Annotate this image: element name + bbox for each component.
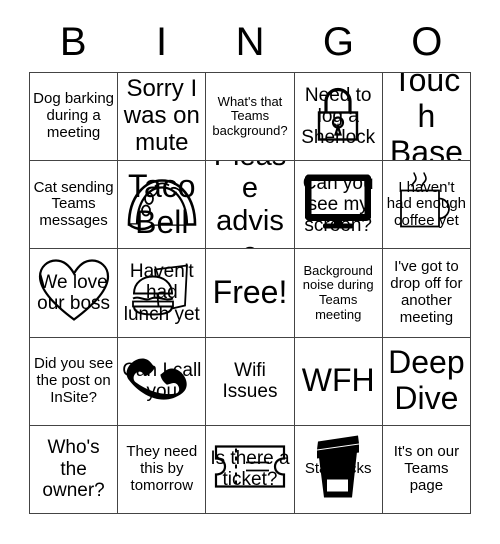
- bingo-cell-label: They need this by tomorrow: [126, 443, 198, 494]
- bingo-cell-r3c4[interactable]: Background noise during Teams meeting: [294, 249, 383, 338]
- bingo-letter-n: N: [235, 20, 265, 64]
- bingo-cell-label: We love our boss: [37, 271, 111, 314]
- bingo-grid: Dog barking during a meeting Sorry I was …: [29, 72, 471, 514]
- bingo-cell-label: Who's the owner?: [42, 437, 105, 502]
- bingo-cell-label: WFH: [301, 362, 375, 399]
- bingo-cell-r2c2[interactable]: Taco Bell: [118, 161, 207, 250]
- bingo-cell-r4c4[interactable]: WFH: [294, 337, 383, 426]
- bingo-cell-r3c3[interactable]: Free!: [206, 249, 295, 338]
- bingo-cell-label: Please advise: [214, 161, 287, 248]
- bingo-cell-r5c4[interactable]: Starbucks: [294, 425, 383, 514]
- bingo-cell-label: What's that Teams background?: [212, 93, 288, 138]
- bingo-cell-r5c2[interactable]: They need this by tomorrow: [118, 425, 207, 514]
- bingo-cell-r2c5[interactable]: I haven't had enough coffee yet: [382, 161, 471, 250]
- bingo-cell-label: Free!: [212, 274, 288, 311]
- bingo-letter-i: I: [156, 20, 168, 64]
- bingo-cell-r3c5[interactable]: I've got to drop off for another meeting: [382, 249, 471, 338]
- bingo-cell-r4c3[interactable]: Wifi Issues: [206, 337, 295, 426]
- bingo-cell-label: Is there a ticket?: [210, 448, 290, 491]
- bingo-cell-r2c1[interactable]: Cat sending Teams messages: [30, 161, 119, 250]
- bingo-header: B I N G O: [29, 16, 471, 68]
- bingo-cell-label: It's on our Teams page: [393, 443, 460, 494]
- bingo-cell-label: Cat sending Teams messages: [33, 178, 114, 230]
- bingo-cell-label: Haven't had lunch yet: [123, 261, 200, 325]
- bingo-cell-label: Sorry I was on mute: [123, 75, 200, 157]
- bingo-cell-label: Dog barking during a meeting: [33, 90, 115, 141]
- bingo-cell-r5c5[interactable]: It's on our Teams page: [382, 425, 471, 514]
- bingo-letter-o: O: [411, 20, 443, 64]
- bingo-cell-label: Starbucks: [304, 459, 372, 477]
- bingo-cell-label: Taco Bell: [127, 167, 196, 240]
- bingo-cell-label: Background noise during Teams meeting: [302, 262, 374, 322]
- bingo-cell-label: Touch Base: [389, 73, 463, 162]
- bingo-cell-label: Can I call you: [122, 359, 202, 403]
- bingo-letter-g: G: [322, 20, 354, 64]
- bingo-card: B I N G O Dog barking during a meeting So…: [0, 0, 500, 544]
- bingo-cell-label: Wifi Issues: [222, 359, 278, 403]
- bingo-letter-b: B: [59, 20, 87, 64]
- bingo-cell-r3c2[interactable]: Haven't had lunch yet: [118, 249, 207, 338]
- bingo-cell-r1c1[interactable]: Dog barking during a meeting: [30, 73, 119, 162]
- bingo-cell-r4c5[interactable]: Deep Dive: [382, 337, 471, 426]
- bingo-cell-r2c4[interactable]: Can you see my screen?: [294, 161, 383, 250]
- bingo-cell-r1c2[interactable]: Sorry I was on mute: [118, 73, 207, 162]
- bingo-cell-r5c3[interactable]: Is there a ticket?: [206, 425, 295, 514]
- bingo-cell-label: Deep Dive: [388, 344, 465, 417]
- bingo-cell-r4c2[interactable]: Can I call you: [118, 337, 207, 426]
- bingo-cell-r2c3[interactable]: Please advise: [206, 161, 295, 250]
- bingo-cell-r1c3[interactable]: What's that Teams background?: [206, 73, 295, 162]
- bingo-cell-r5c1[interactable]: Who's the owner?: [30, 425, 119, 514]
- bingo-cell-label: Can you see my screen?: [302, 172, 374, 237]
- bingo-cell-r1c5[interactable]: Touch Base: [382, 73, 471, 162]
- bingo-cell-label: Did you see the post on InSite?: [33, 355, 114, 406]
- bingo-cell-r3c1[interactable]: We love our boss: [30, 249, 119, 338]
- bingo-cell-r1c4[interactable]: Need to log a Sherlock: [294, 73, 383, 162]
- bingo-cell-label: Need to log a Sherlock: [301, 84, 376, 149]
- bingo-cell-r4c1[interactable]: Did you see the post on InSite?: [30, 337, 119, 426]
- bingo-cell-label: I haven't had enough coffee yet: [386, 178, 467, 230]
- bingo-cell-label: I've got to drop off for another meeting: [390, 258, 463, 326]
